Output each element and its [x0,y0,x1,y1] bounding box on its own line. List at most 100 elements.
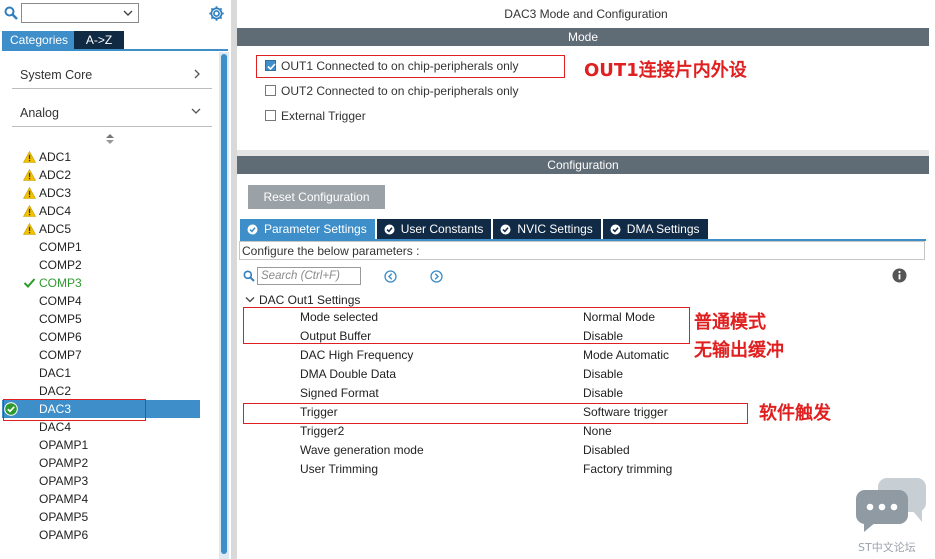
parameter-name: DAC High Frequency [300,348,414,362]
chevron-down-icon[interactable] [122,7,134,19]
peripheral-label: COMP1 [39,240,82,254]
peripheral-item-opamp5[interactable]: OPAMP5 [2,508,202,526]
peripheral-item-comp3[interactable]: COMP3 [2,274,202,292]
check-circle-icon [247,224,258,234]
chevron-down-icon [191,108,201,114]
check-icon [23,278,36,288]
configuration-section-header: Configuration [237,156,929,174]
search-icon[interactable] [243,270,255,282]
tab-parameter-settings[interactable]: Parameter Settings [240,219,375,239]
parameter-value[interactable]: Factory trimming [583,460,672,479]
parameter-name: Trigger2 [300,424,345,438]
warning-icon [23,151,36,163]
warning-icon [23,187,36,199]
peripheral-label: DAC1 [39,366,72,380]
peripheral-item-comp5[interactable]: COMP5 [2,310,202,328]
parameter-value[interactable]: Disable [583,365,623,384]
peripheral-item-comp7[interactable]: COMP7 [2,346,202,364]
parameter-search [243,267,483,287]
peripheral-item-comp6[interactable]: COMP6 [2,328,202,346]
peripheral-item-adc2[interactable]: ADC2 [2,166,202,184]
peripheral-item-adc3[interactable]: ADC3 [2,184,202,202]
parameter-value[interactable]: Mode Automatic [583,346,669,365]
parameter-row[interactable]: DMA Double Data Disable [237,365,929,384]
tab-categories[interactable]: Categories [2,31,74,49]
warning-icon [23,169,36,181]
peripheral-label: OPAMP2 [39,456,89,470]
peripheral-item-dac1[interactable]: DAC1 [2,364,202,382]
check-circle-icon [610,224,621,234]
parameter-name: Signed Format [300,386,379,400]
parameter-value[interactable]: Disable [583,384,623,403]
group-analog[interactable]: Analog [12,97,212,127]
peripheral-item-dac2[interactable]: DAC2 [2,382,202,400]
peripheral-item-adc4[interactable]: ADC4 [2,202,202,220]
previous-result-icon[interactable] [384,270,397,283]
parameter-name: DMA Double Data [300,367,397,381]
info-icon[interactable] [892,268,907,283]
peripheral-item-opamp1[interactable]: OPAMP1 [2,436,202,454]
peripheral-label: ADC2 [39,168,72,182]
annotation-box-trigger [243,403,748,424]
peripheral-item-comp1[interactable]: COMP1 [2,238,202,256]
peripheral-item-adc5[interactable]: ADC5 [2,220,202,238]
annotation-mode-line1: 普通模式 [694,312,766,333]
tree-search-combobox[interactable] [21,3,139,23]
warning-icon [23,205,36,217]
mode-section-header: Mode [237,28,929,46]
peripheral-label: ADC1 [39,150,72,164]
checkbox-label: External Trigger [281,109,366,123]
peripheral-label: COMP4 [39,294,82,308]
peripheral-label: COMP7 [39,348,82,362]
annotation-mode-line2: 无输出缓冲 [694,340,784,361]
warning-icon [23,223,36,235]
checkbox-label: OUT2 Connected to on chip-peripherals on… [281,84,519,98]
parameter-name: Wave generation mode [300,443,424,457]
tree-scrollbar-thumb[interactable] [221,54,227,554]
parameter-value[interactable]: None [583,422,612,441]
annotation-box-mode [243,307,690,344]
peripheral-item-opamp4[interactable]: OPAMP4 [2,490,202,508]
chevron-down-icon [245,297,255,303]
peripheral-label: OPAMP4 [39,492,89,506]
peripheral-item-adc1[interactable]: ADC1 [2,148,202,166]
peripheral-label: COMP3 [39,276,82,290]
sort-icon[interactable] [106,134,114,144]
parameter-value[interactable]: Disabled [583,441,630,460]
group-system-core[interactable]: System Core [12,59,212,89]
config-tabs: Parameter Settings User Constants NVIC S… [240,219,710,239]
watermark-text: ST中文论坛 [858,541,916,554]
tab-user-constants[interactable]: User Constants [376,219,492,239]
peripheral-item-opamp6[interactable]: OPAMP6 [2,526,202,544]
checkbox-box[interactable] [265,85,276,96]
tab-dma-settings[interactable]: DMA Settings [602,219,708,239]
parameter-group-label: DAC Out1 Settings [259,293,361,307]
reset-configuration-button[interactable]: Reset Configuration [248,185,385,209]
peripheral-item-opamp2[interactable]: OPAMP2 [2,454,202,472]
parameter-row[interactable]: User Trimming Factory trimming [237,460,929,479]
peripheral-item-comp2[interactable]: COMP2 [2,256,202,274]
parameter-row[interactable]: Wave generation mode Disabled [237,441,929,460]
parameter-row[interactable]: DAC High Frequency Mode Automatic [237,346,929,365]
tab-a-to-z[interactable]: A->Z [74,31,124,49]
peripheral-item-opamp3[interactable]: OPAMP3 [2,472,202,490]
next-result-icon[interactable] [430,270,443,283]
peripheral-label: COMP6 [39,330,82,344]
search-icon[interactable] [4,6,18,20]
tab-nvic-settings[interactable]: NVIC Settings [493,219,601,239]
tree-search-row [2,3,230,25]
checkbox-box[interactable] [265,110,276,121]
peripheral-label: COMP2 [39,258,82,272]
category-tabs: Categories A->Z [2,31,124,49]
peripheral-label: OPAMP3 [39,474,89,488]
peripheral-tree-panel: Categories A->Z System Core Analog ADC1 A… [0,0,231,559]
parameter-search-input[interactable] [257,267,361,285]
chevron-right-icon [194,69,200,79]
peripheral-item-comp4[interactable]: COMP4 [2,292,202,310]
page-title: DAC3 Mode and Configuration [237,0,935,28]
configuration-panel: DAC3 Mode and Configuration Mode OUT1 Co… [237,0,935,559]
gear-icon[interactable] [208,5,225,22]
peripheral-label: OPAMP1 [39,438,89,452]
forum-chat-logo [856,478,926,532]
tab-label: User Constants [400,222,484,236]
